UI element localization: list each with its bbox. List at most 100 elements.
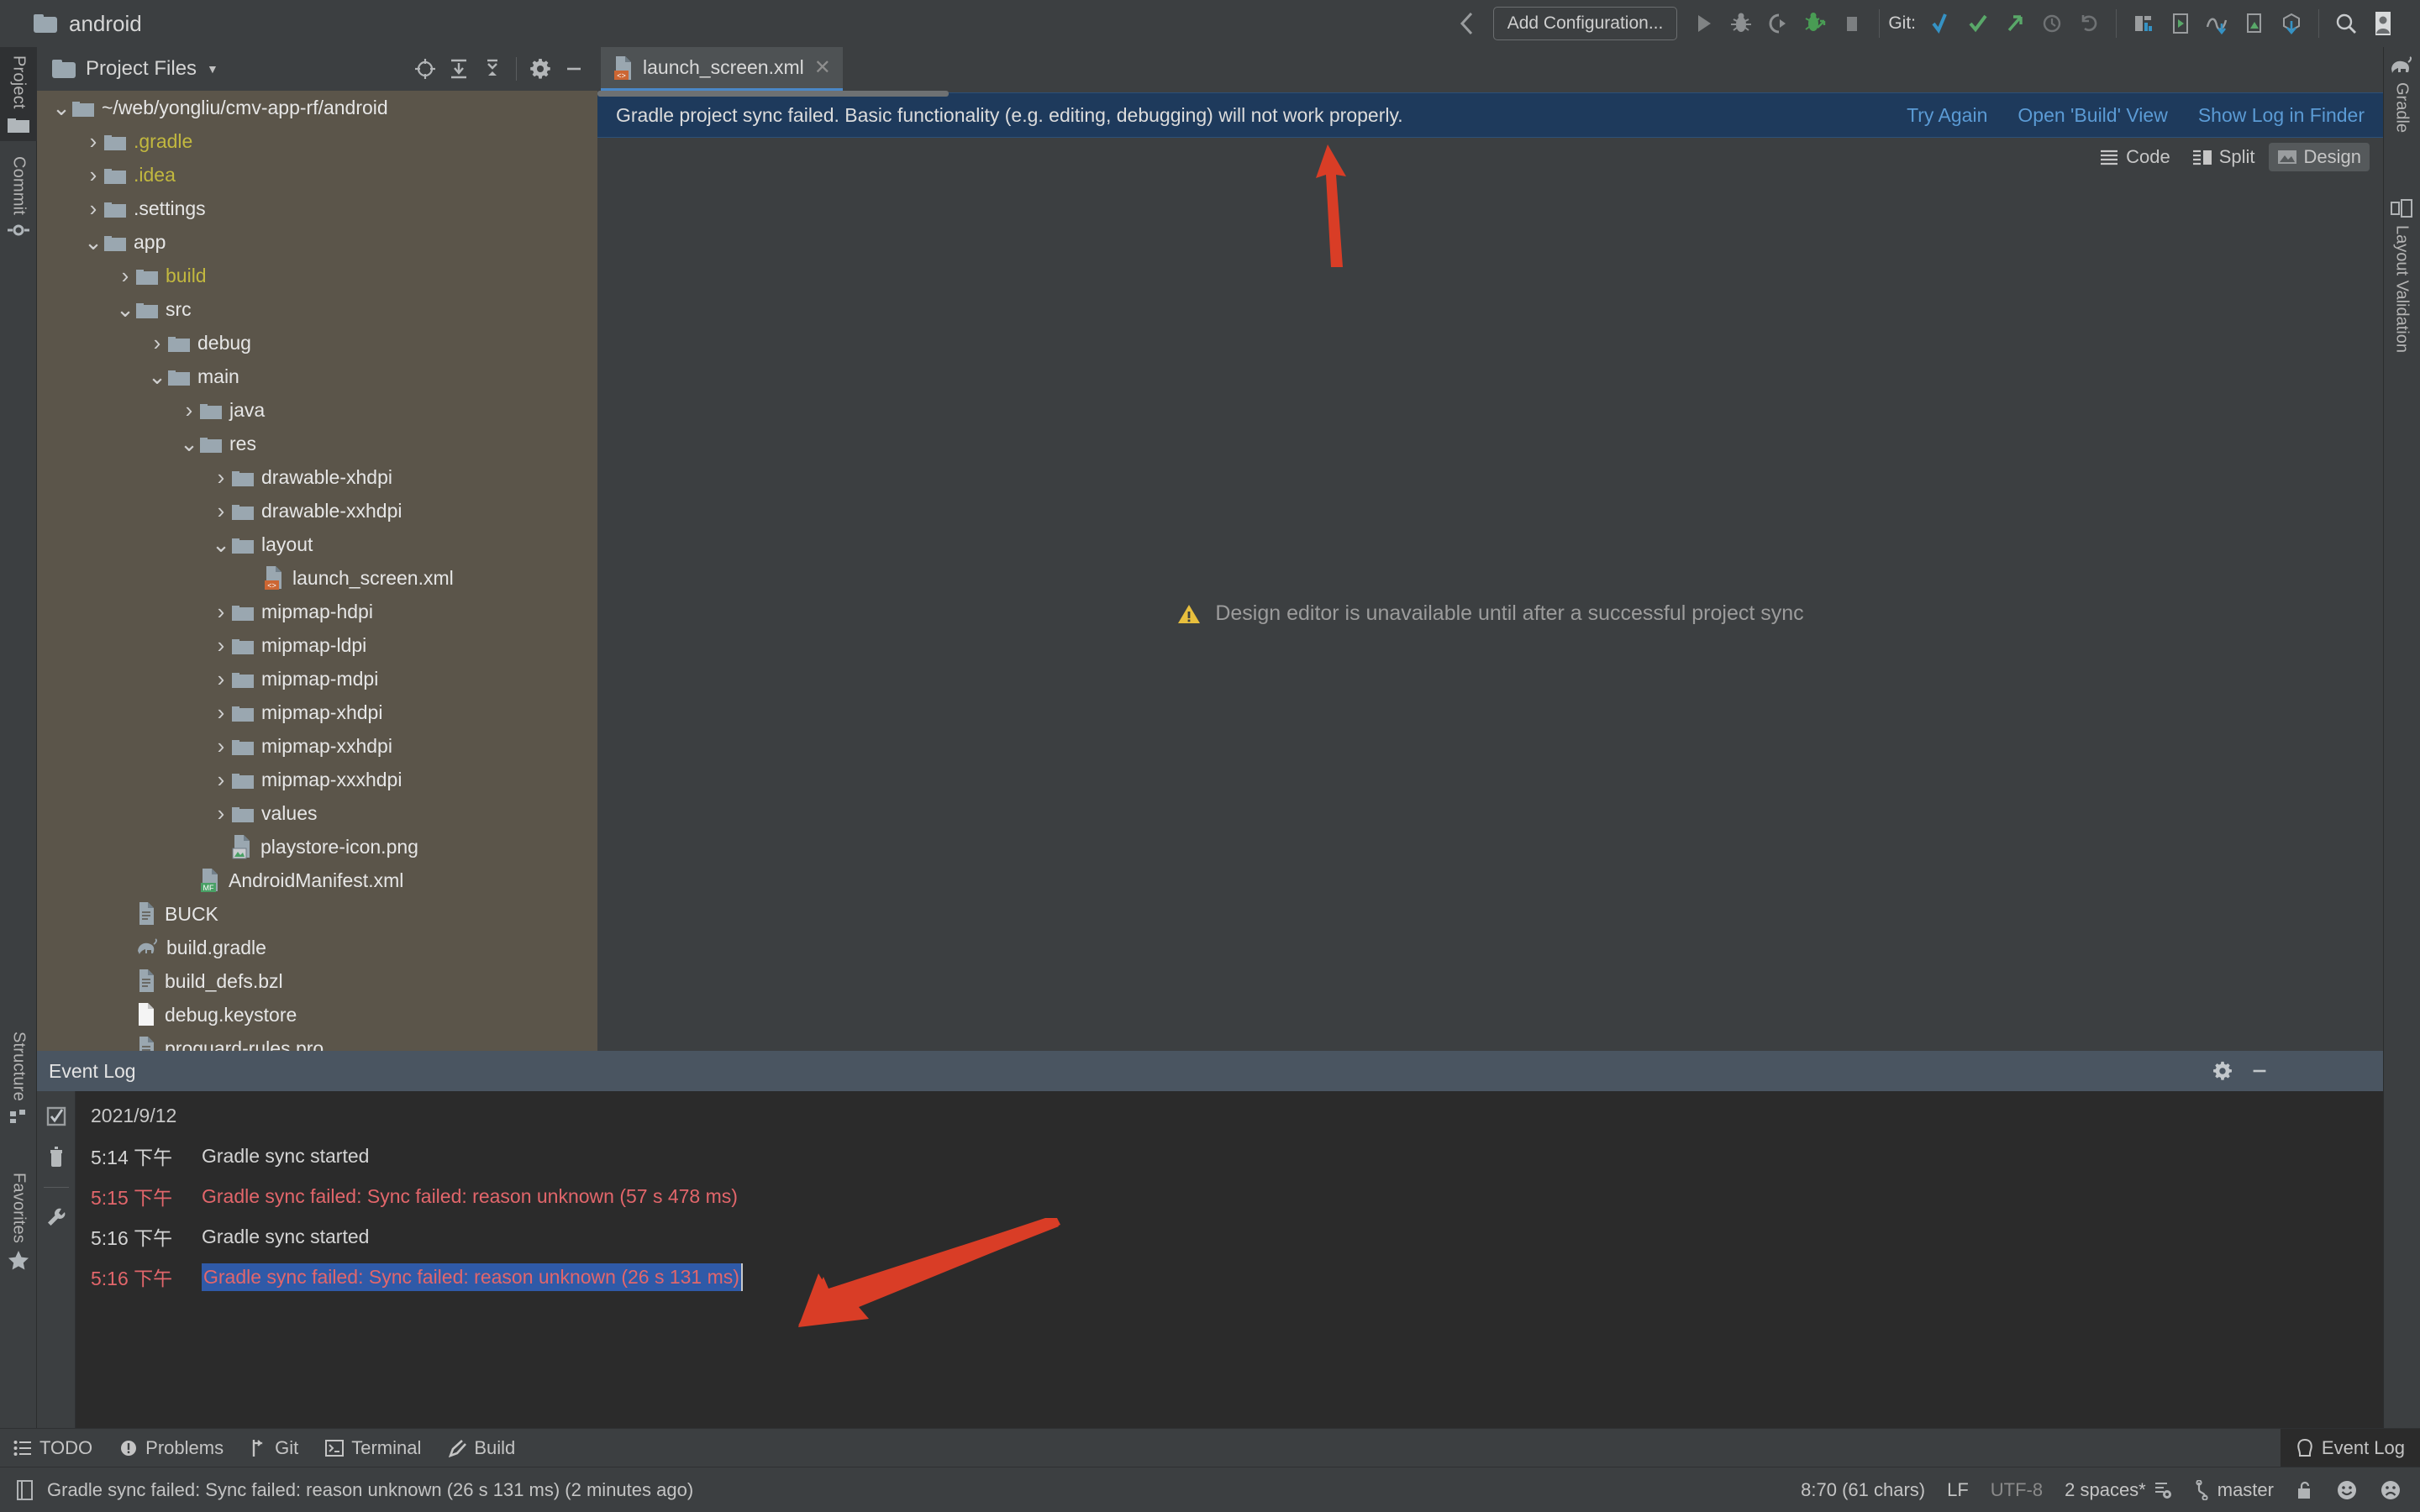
settings-gear-icon[interactable] — [523, 52, 557, 86]
delete-all-icon[interactable] — [45, 1145, 68, 1168]
chevron-right-icon[interactable]: › — [82, 129, 104, 155]
git-history-icon[interactable] — [2033, 5, 2070, 42]
chevron-down-icon[interactable]: ⌄ — [178, 433, 200, 454]
chevron-right-icon[interactable]: › — [210, 498, 232, 524]
chevron-right-icon[interactable]: › — [210, 666, 232, 692]
event-log-entry[interactable]: 5:16 下午 Gradle sync started — [91, 1216, 2383, 1257]
tree-item[interactable]: › .idea — [37, 158, 597, 192]
chevron-right-icon[interactable]: › — [210, 767, 232, 793]
back-arrow-icon[interactable] — [1448, 5, 1485, 42]
run-icon[interactable] — [1686, 5, 1723, 42]
project-name-breadcrumb[interactable]: android — [34, 11, 142, 37]
close-icon[interactable]: ✕ — [814, 55, 831, 80]
tree-item[interactable]: ⌄ ~/web/yongliu/cmv-app-rf/android — [37, 91, 597, 124]
tree-item[interactable]: debug.keystore — [37, 998, 597, 1032]
tree-item[interactable]: › .gradle — [37, 124, 597, 158]
hide-panel-icon[interactable] — [2249, 1060, 2270, 1082]
project-file-tree[interactable]: ⌄ ~/web/yongliu/cmv-app-rf/android › .gradl… — [37, 91, 597, 1051]
search-icon[interactable] — [2328, 5, 2365, 42]
sidebar-item-commit[interactable]: Commit — [0, 148, 37, 254]
chevron-down-icon[interactable]: ⌄ — [210, 533, 232, 555]
device-explorer-icon[interactable] — [2199, 5, 2236, 42]
sidebar-item-gradle[interactable]: Gradle — [2383, 55, 2420, 133]
sidebar-item-layout-validation[interactable]: Layout Validation — [2383, 198, 2420, 353]
chevron-right-icon[interactable]: › — [146, 330, 168, 356]
show-log-in-finder-link[interactable]: Show Log in Finder — [2198, 104, 2365, 127]
tree-item[interactable]: › mipmap-xhdpi — [37, 696, 597, 729]
chevron-right-icon[interactable]: › — [178, 397, 200, 423]
tree-item[interactable]: › build — [37, 259, 597, 292]
tool-window-todo[interactable]: TODO — [0, 1437, 106, 1459]
chevron-down-icon[interactable]: ⌄ — [82, 231, 104, 253]
caret-position[interactable]: 8:70 (61 chars) — [1801, 1479, 1925, 1501]
collapse-all-icon[interactable] — [476, 52, 509, 86]
chevron-right-icon[interactable]: › — [82, 162, 104, 188]
open-build-view-link[interactable]: Open 'Build' View — [2018, 104, 2167, 127]
event-log-entry[interactable]: 5:15 下午 Gradle sync failed: Sync failed: … — [91, 1176, 2383, 1216]
tree-item[interactable]: ⌄ main — [37, 360, 597, 393]
tab-code[interactable]: Code — [2091, 143, 2179, 171]
tool-window-git[interactable]: Git — [237, 1437, 312, 1459]
sidebar-item-structure[interactable]: Structure — [0, 1023, 37, 1142]
chevron-right-icon[interactable]: › — [210, 633, 232, 659]
tree-item[interactable]: playstore-icon.png — [37, 830, 597, 864]
chevron-right-icon[interactable]: › — [114, 263, 136, 289]
sidebar-item-project[interactable]: Project — [0, 47, 37, 141]
git-rollback-icon[interactable] — [2070, 5, 2107, 42]
file-encoding[interactable]: UTF-8 — [1991, 1479, 2043, 1501]
sidebar-item-favorites[interactable]: Favorites — [0, 1164, 37, 1289]
stop-icon[interactable] — [1833, 5, 1870, 42]
apk-analyzer-icon[interactable] — [2273, 5, 2310, 42]
tree-item[interactable]: › .settings — [37, 192, 597, 225]
profile-avatar-icon[interactable] — [2365, 5, 2402, 42]
tree-item[interactable]: <> launch_screen.xml — [37, 561, 597, 595]
hide-panel-icon[interactable] — [557, 52, 591, 86]
tab-design[interactable]: Design — [2268, 143, 2370, 171]
chevron-right-icon[interactable]: › — [210, 801, 232, 827]
tool-window-problems[interactable]: Problems — [106, 1437, 237, 1459]
sdk-manager-icon[interactable] — [2125, 5, 2162, 42]
tree-item[interactable]: › debug — [37, 326, 597, 360]
chevron-right-icon[interactable]: › — [210, 599, 232, 625]
git-branch-indicator[interactable]: master — [2195, 1479, 2274, 1501]
tree-item[interactable]: ⌄ src — [37, 292, 597, 326]
chevron-right-icon[interactable]: › — [210, 733, 232, 759]
sad-face-icon[interactable] — [2380, 1479, 2402, 1501]
chevron-down-icon[interactable]: ⌄ — [114, 298, 136, 320]
tree-item[interactable]: › java — [37, 393, 597, 427]
tree-item[interactable]: › drawable-xxhdpi — [37, 494, 597, 528]
run-coverage-icon[interactable] — [1760, 5, 1797, 42]
unlocked-icon[interactable] — [2296, 1480, 2314, 1500]
tree-item[interactable]: build_defs.bzl — [37, 964, 597, 998]
event-log-entry[interactable]: 5:14 下午 Gradle sync started — [91, 1136, 2383, 1176]
editor-tab-launch-screen[interactable]: <> launch_screen.xml ✕ — [601, 47, 843, 91]
tree-item[interactable]: › drawable-xhdpi — [37, 460, 597, 494]
horizontal-scrollbar-thumb[interactable] — [597, 91, 949, 97]
tree-item[interactable]: › mipmap-mdpi — [37, 662, 597, 696]
tree-item[interactable]: MF AndroidManifest.xml — [37, 864, 597, 897]
tab-split[interactable]: Split — [2184, 143, 2264, 171]
happy-face-icon[interactable] — [2336, 1479, 2358, 1501]
chevron-right-icon[interactable]: › — [82, 196, 104, 222]
tree-item[interactable]: ⌄ app — [37, 225, 597, 259]
mark-all-read-icon[interactable] — [45, 1105, 68, 1128]
debug-icon[interactable] — [1723, 5, 1760, 42]
tree-item[interactable]: › values — [37, 796, 597, 830]
tree-item[interactable]: › mipmap-xxhdpi — [37, 729, 597, 763]
status-bar-message-group[interactable]: Gradle sync failed: Sync failed: reason … — [15, 1479, 693, 1501]
event-log-body[interactable]: 2021/9/12 5:14 下午 Gradle sync started 5:15… — [76, 1091, 2383, 1428]
locate-target-icon[interactable] — [408, 52, 442, 86]
git-update-icon[interactable] — [1923, 5, 1960, 42]
git-commit-icon[interactable] — [1960, 5, 1996, 42]
tool-window-event-log[interactable]: Event Log — [2280, 1428, 2420, 1467]
tree-item[interactable]: ⌄ layout — [37, 528, 597, 561]
event-log-selected-entry[interactable]: 5:16 下午 Gradle sync failed: Sync failed: … — [91, 1257, 2383, 1297]
tree-item[interactable]: proguard-rules.pro — [37, 1032, 597, 1051]
chevron-down-icon[interactable]: ⌄ — [146, 365, 168, 387]
git-push-icon[interactable] — [1996, 5, 2033, 42]
try-again-link[interactable]: Try Again — [1907, 104, 1987, 127]
layout-inspector-icon[interactable] — [2236, 5, 2273, 42]
chevron-down-icon[interactable]: ⌄ — [50, 97, 72, 118]
indent-setting[interactable]: 2 spaces* — [2065, 1479, 2173, 1501]
tree-item[interactable]: BUCK — [37, 897, 597, 931]
